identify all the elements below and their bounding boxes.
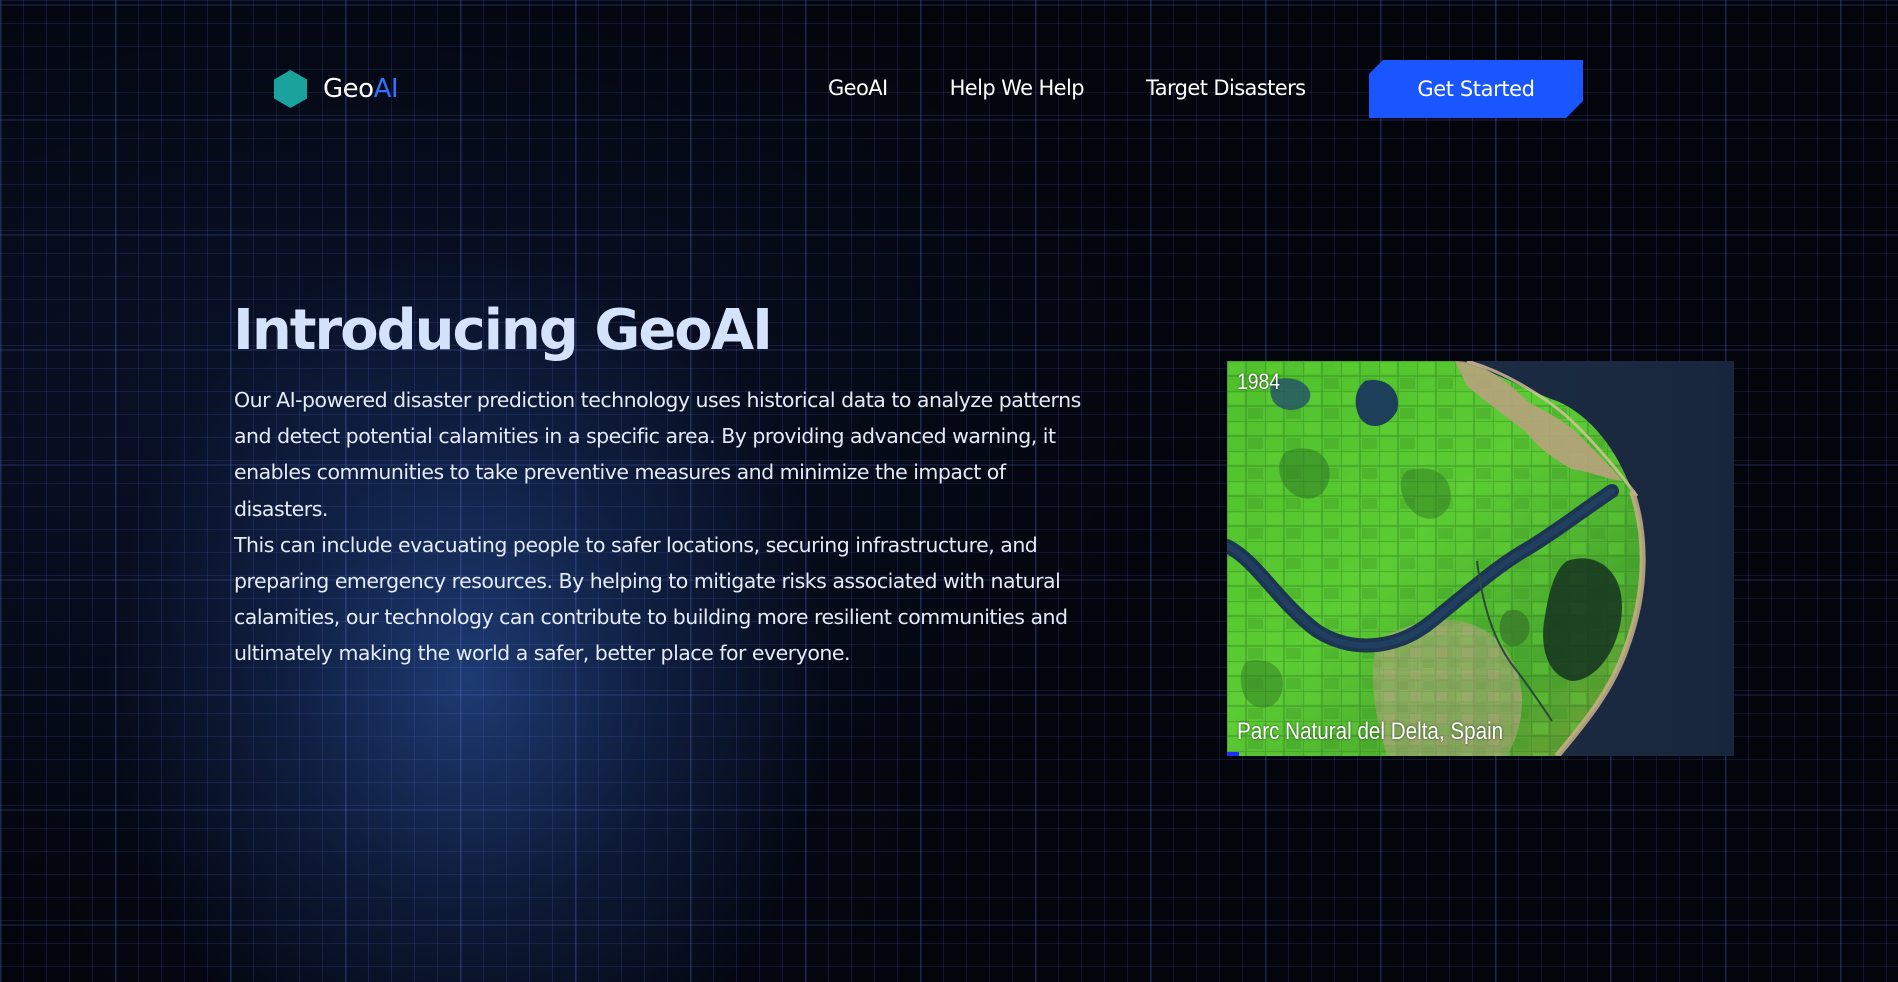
hero-paragraph-1: Our AI-powered disaster prediction techn… (234, 388, 1081, 521)
nav-item-help-we-help[interactable]: Help We Help (950, 76, 1085, 100)
satellite-image: 1984 Parc Natural del Delta, Spain (1227, 361, 1734, 756)
satellite-caption: Parc Natural del Delta, Spain (1237, 718, 1504, 745)
nav-item-geoai[interactable]: GeoAI (828, 76, 888, 100)
hero-title: Introducing GeoAI (233, 298, 773, 363)
satellite-year-label: 1984 (1237, 369, 1281, 394)
nav-item-target-disasters[interactable]: Target Disasters (1146, 76, 1306, 100)
logo-text-ai: AI (373, 74, 399, 104)
hero-paragraph-2: This can include evacuating people to sa… (234, 532, 1068, 666)
get-started-button[interactable]: Get Started (1369, 60, 1583, 118)
satellite-delta-illustration (1227, 361, 1734, 756)
satellite-progress-indicator (1227, 752, 1239, 756)
logo-text: GeoAI (323, 74, 399, 104)
logo-link[interactable]: GeoAI (274, 70, 399, 108)
hero-description: Our AI-powered disaster prediction techn… (234, 382, 1094, 672)
main-nav: GeoAI Help We Help Target Disasters (828, 76, 1306, 100)
logo-text-geo: Geo (323, 74, 374, 104)
hexagon-icon (274, 70, 307, 108)
